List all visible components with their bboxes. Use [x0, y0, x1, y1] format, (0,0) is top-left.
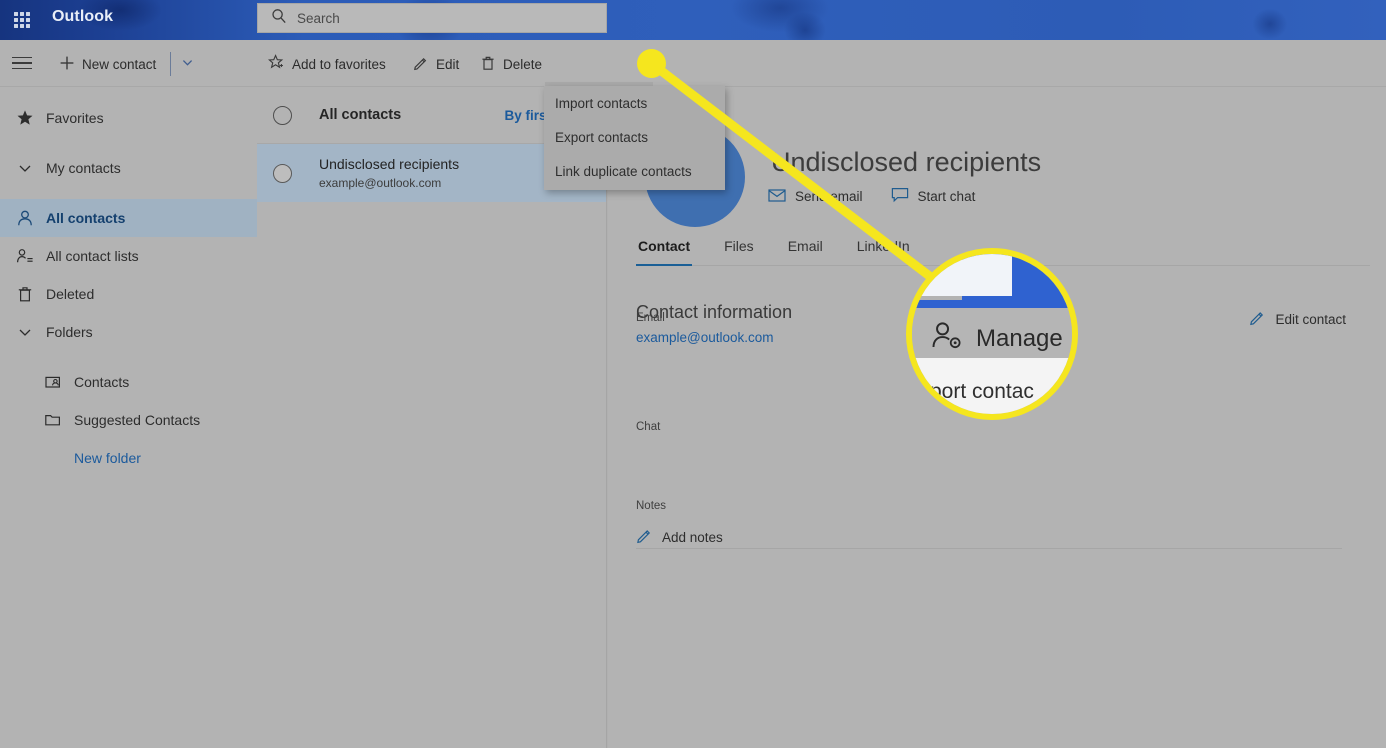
tab-contact[interactable]: Contact	[636, 232, 693, 266]
pencil-icon	[1249, 309, 1266, 329]
contact-select-radio[interactable]	[273, 163, 292, 183]
sidebar-item-deleted[interactable]: Deleted	[0, 275, 257, 313]
delete-button[interactable]: Delete	[474, 51, 548, 77]
section-divider	[636, 548, 1342, 549]
contact-name: Undisclosed recipients	[319, 155, 460, 172]
menu-item-label: Import contacts	[555, 95, 648, 111]
sidebar-item-label: Folders	[46, 324, 93, 340]
edit-contact-label: Edit contact	[1275, 311, 1346, 327]
star-icon	[12, 109, 38, 127]
plus-icon	[59, 55, 75, 74]
callout-manage-label: Manage	[976, 324, 1063, 352]
search-input[interactable]	[297, 10, 577, 26]
envelope-icon	[768, 188, 786, 206]
annotation-start-dot	[637, 49, 666, 78]
new-contact-caret-button[interactable]	[176, 51, 198, 77]
sidebar-item-label: My contacts	[46, 160, 121, 176]
people-list-icon	[12, 247, 38, 265]
tab-files[interactable]: Files	[722, 232, 756, 265]
tab-linkedin[interactable]: LinkedIn	[855, 232, 912, 265]
sidebar-item-contacts[interactable]: Contacts	[0, 363, 257, 401]
contact-card-icon	[40, 373, 66, 391]
star-icon	[267, 54, 285, 74]
sidebar-item-all-contact-lists[interactable]: All contact lists	[0, 237, 257, 275]
zoom-callout-bubble: Manage port contac	[906, 248, 1078, 420]
select-all-radio[interactable]	[273, 105, 292, 125]
contact-quick-actions: Send email Start chat	[768, 187, 975, 206]
add-notes-label: Add notes	[662, 529, 723, 545]
sidebar-item-label: Contacts	[74, 374, 130, 390]
menu-item-label: Link duplicate contacts	[555, 163, 692, 179]
callout-dropdown: port contac	[912, 358, 1072, 414]
callout-header-white	[912, 254, 1012, 296]
app-title: Outlook	[52, 8, 114, 25]
email-field-value[interactable]: example@outlook.com	[636, 330, 774, 345]
sidebar-item-label: All contacts	[46, 210, 126, 226]
chat-field-label: Chat	[636, 421, 661, 433]
new-contact-button[interactable]: New contact	[53, 51, 162, 77]
callout-menu-text: port contac	[930, 380, 1034, 403]
delete-label: Delete	[503, 56, 543, 72]
sidebar-navigation: Favorites My contacts All contacts All c…	[0, 87, 257, 748]
start-chat-button[interactable]: Start chat	[891, 187, 976, 206]
trash-icon	[480, 55, 496, 74]
start-chat-label: Start chat	[917, 189, 976, 204]
trash-icon	[12, 285, 38, 303]
person-icon	[12, 209, 38, 227]
manage-dropdown-menu: Import contacts Export contacts Link dup…	[544, 86, 725, 190]
app-header: Outlook	[0, 0, 1386, 40]
sidebar-item-suggested-contacts[interactable]: Suggested Contacts	[0, 401, 257, 439]
sidebar-item-favorites[interactable]: Favorites	[0, 99, 257, 137]
add-to-favorites-label: Add to favorites	[292, 56, 386, 72]
menu-item-import-contacts[interactable]: Import contacts	[544, 86, 725, 120]
notes-field-label: Notes	[636, 500, 667, 512]
command-toolbar: New contact Add to favorites Edit Delete	[0, 40, 1386, 126]
sidebar-item-label: All contact lists	[46, 248, 139, 264]
search-box[interactable]	[257, 3, 607, 33]
chevron-down-icon	[12, 160, 38, 176]
add-to-favorites-button[interactable]: Add to favorites	[262, 51, 392, 77]
sidebar-item-my-contacts[interactable]: My contacts	[0, 149, 257, 187]
sidebar-item-label: New folder	[74, 450, 141, 466]
edit-button[interactable]: Edit	[407, 51, 465, 77]
add-notes-button[interactable]: Add notes	[636, 527, 723, 547]
sidebar-item-new-folder[interactable]: New folder	[0, 439, 257, 477]
sidebar-item-label: Suggested Contacts	[74, 412, 201, 428]
menu-item-link-duplicate-contacts[interactable]: Link duplicate contacts	[544, 154, 725, 188]
send-email-button[interactable]: Send email	[768, 187, 863, 206]
sidebar-item-all-contacts[interactable]: All contacts	[0, 199, 257, 237]
folder-icon	[40, 411, 66, 429]
contact-email: example@outlook.com	[319, 175, 442, 190]
callout-manage-button: Manage	[930, 320, 1072, 357]
callout-header-bar	[912, 300, 1072, 308]
edit-contact-button[interactable]: Edit contact	[1249, 309, 1346, 329]
app-launcher-icon[interactable]	[11, 9, 33, 31]
pencil-icon	[636, 527, 653, 547]
toolbar-divider	[170, 52, 171, 76]
menu-item-label: Export contacts	[555, 129, 649, 145]
pencil-icon	[413, 55, 429, 74]
tab-email[interactable]: Email	[786, 232, 825, 265]
outlook-people-app: Outlook New contact	[0, 0, 1386, 748]
manage-contact-icon	[930, 320, 964, 357]
chevron-down-icon	[181, 56, 194, 72]
hamburger-icon[interactable]	[10, 52, 34, 74]
edit-label: Edit	[436, 56, 460, 72]
search-icon	[271, 8, 287, 29]
sidebar-item-label: Favorites	[46, 110, 104, 126]
page-title: Undisclosed recipients	[771, 147, 1042, 177]
send-email-label: Send email	[795, 189, 863, 204]
menu-item-export-contacts[interactable]: Export contacts	[544, 120, 725, 154]
sidebar-item-folders[interactable]: Folders	[0, 313, 257, 351]
contact-list-item-text: Undisclosed recipients example@outlook.c…	[319, 155, 459, 192]
sidebar-item-label: Deleted	[46, 286, 95, 302]
chevron-down-icon	[12, 324, 38, 340]
contact-list-title: All contacts	[319, 107, 402, 123]
chat-bubble-icon	[891, 187, 909, 206]
email-field-label: Email	[636, 312, 665, 324]
new-contact-label: New contact	[82, 56, 157, 72]
